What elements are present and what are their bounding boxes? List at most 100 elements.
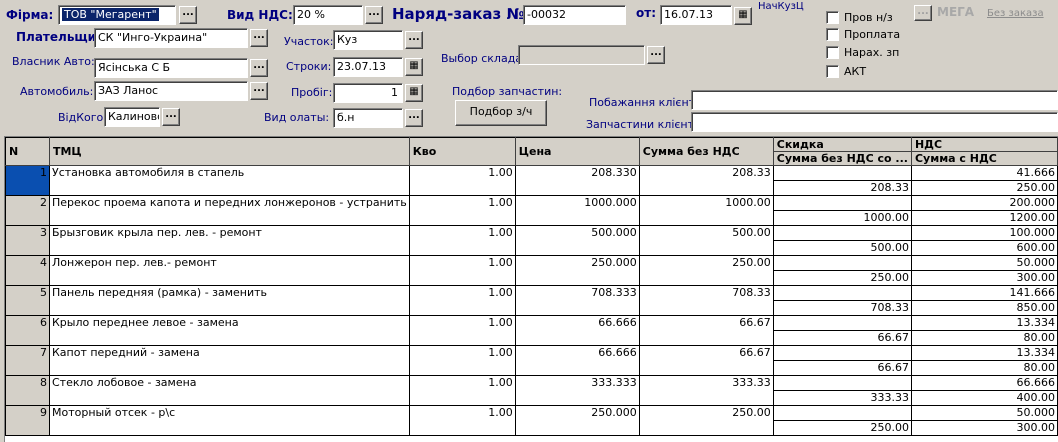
cell-discount[interactable] bbox=[772, 315, 912, 331]
firm-select-button[interactable]: ... bbox=[179, 6, 197, 24]
payment-field[interactable]: б.н bbox=[333, 108, 403, 128]
cell-discount-sum[interactable]: 66.67 bbox=[772, 360, 912, 376]
no-order-link[interactable]: Без заказа bbox=[987, 8, 1044, 19]
cell-discount-sum[interactable]: 208.33 bbox=[772, 180, 912, 196]
cell-price[interactable]: 1000.000 bbox=[514, 195, 640, 226]
cell-tmc[interactable]: Лонжерон пер. лев.- ремонт bbox=[48, 255, 410, 286]
from-whom-select-button[interactable]: ... bbox=[162, 108, 180, 126]
cell-sum-no-vat[interactable]: 708.33 bbox=[638, 285, 774, 316]
cell-vat[interactable]: 66.666 bbox=[910, 375, 1058, 391]
col-header-tmc[interactable]: ТМЦ bbox=[48, 137, 410, 166]
cell-discount[interactable] bbox=[772, 165, 912, 181]
cell-vat[interactable]: 13.334 bbox=[910, 315, 1058, 331]
cell-discount[interactable] bbox=[772, 375, 912, 391]
payment-select-button[interactable]: ... bbox=[405, 109, 423, 127]
date-calendar-icon[interactable]: ▦ bbox=[734, 7, 752, 25]
col-header-n[interactable]: N bbox=[5, 137, 50, 166]
row-number[interactable]: 3 bbox=[5, 225, 50, 256]
cell-qty[interactable]: 1.00 bbox=[408, 375, 516, 406]
owner-select-button[interactable]: ... bbox=[250, 59, 268, 77]
cell-discount-sum[interactable]: 708.33 bbox=[772, 300, 912, 316]
cell-sum-no-vat[interactable]: 1000.00 bbox=[638, 195, 774, 226]
warehouse-select-button[interactable]: ... bbox=[647, 46, 665, 64]
cell-tmc[interactable]: Капот передний - замена bbox=[48, 345, 410, 376]
cell-total[interactable]: 300.00 bbox=[910, 270, 1058, 286]
cell-sum-no-vat[interactable]: 66.67 bbox=[638, 345, 774, 376]
checkbox-order-check[interactable]: Пров н/з bbox=[826, 11, 893, 24]
table-row[interactable]: 5 Панель передняя (рамка) - заменить 1.00 7… bbox=[5, 285, 1058, 316]
cell-sum-no-vat[interactable]: 250.00 bbox=[638, 255, 774, 286]
cell-discount[interactable] bbox=[772, 255, 912, 271]
cell-total[interactable]: 80.00 bbox=[910, 360, 1058, 376]
table-row[interactable]: 4 Лонжерон пер. лев.- ремонт 1.00 250.000 25… bbox=[5, 255, 1058, 286]
cell-vat[interactable]: 41.666 bbox=[910, 165, 1058, 181]
cell-sum-no-vat[interactable]: 333.33 bbox=[638, 375, 774, 406]
table-row[interactable]: 6 Крыло переднее левое - замена 1.00 66.666… bbox=[5, 315, 1058, 346]
table-row[interactable]: 7 Капот передний - замена 1.00 66.666 66.67 1… bbox=[5, 345, 1058, 376]
cell-sum-no-vat[interactable]: 250.00 bbox=[638, 405, 774, 436]
section-field[interactable]: Куз bbox=[333, 30, 403, 50]
cell-tmc[interactable]: Крыло переднее левое - замена bbox=[48, 315, 410, 346]
col-header-total[interactable]: Сумма с НДС bbox=[910, 151, 1058, 166]
row-number[interactable]: 9 bbox=[5, 405, 50, 436]
table-row[interactable]: 2 Перекос проема капота и передних лонжер… bbox=[5, 195, 1058, 226]
row-number[interactable]: 7 bbox=[5, 345, 50, 376]
cell-qty[interactable]: 1.00 bbox=[408, 345, 516, 376]
payer-select-button[interactable]: ... bbox=[250, 29, 268, 47]
cell-discount-sum[interactable]: 250.00 bbox=[772, 270, 912, 286]
table-row[interactable]: 8 Стекло лобовое - замена 1.00 333.333 333.3… bbox=[5, 375, 1058, 406]
row-number[interactable]: 8 bbox=[5, 375, 50, 406]
cell-sum-no-vat[interactable]: 208.33 bbox=[638, 165, 774, 196]
cell-total[interactable]: 1200.00 bbox=[910, 210, 1058, 226]
car-field[interactable]: ЗАЗ Ланос bbox=[94, 81, 248, 101]
col-header-vat[interactable]: НДС bbox=[910, 137, 1058, 152]
col-header-discount[interactable]: Скидка bbox=[772, 137, 912, 152]
cell-vat[interactable]: 100.000 bbox=[910, 225, 1058, 241]
firm-field[interactable]: ТОВ "Мегарент" bbox=[58, 5, 176, 25]
order-items-grid[interactable]: N ТМЦ Кво Цена Сумма без НДС Скидка НДС … bbox=[4, 136, 1058, 442]
cell-qty[interactable]: 1.00 bbox=[408, 225, 516, 256]
cell-vat[interactable]: 13.334 bbox=[910, 345, 1058, 361]
cell-discount-sum[interactable]: 66.67 bbox=[772, 330, 912, 346]
cell-qty[interactable]: 1.00 bbox=[408, 195, 516, 226]
table-row[interactable]: 9 Моторный отсек - р\с 1.00 250.000 250.00 50… bbox=[5, 405, 1058, 436]
cell-discount-sum[interactable]: 1000.00 bbox=[772, 210, 912, 226]
cell-discount[interactable] bbox=[772, 285, 912, 301]
deadline-field[interactable]: 23.07.13 bbox=[333, 57, 403, 77]
from-whom-field[interactable]: Калиновс bbox=[104, 107, 160, 127]
cell-total[interactable]: 300.00 bbox=[910, 420, 1058, 436]
cell-discount-sum[interactable]: 500.00 bbox=[772, 240, 912, 256]
cell-total[interactable]: 600.00 bbox=[910, 240, 1058, 256]
cell-price[interactable]: 333.333 bbox=[514, 375, 640, 406]
row-number[interactable]: 4 bbox=[5, 255, 50, 286]
cell-total[interactable]: 250.00 bbox=[910, 180, 1058, 196]
section-select-button[interactable]: ... bbox=[405, 31, 423, 49]
cell-total[interactable]: 400.00 bbox=[910, 390, 1058, 406]
row-number[interactable]: 1 bbox=[5, 165, 50, 196]
cell-tmc[interactable]: Стекло лобовое - замена bbox=[48, 375, 410, 406]
warehouse-field[interactable] bbox=[518, 45, 645, 65]
date-field[interactable]: 16.07.13 bbox=[660, 5, 732, 25]
table-row[interactable]: 1 Установка автомобиля в стапель 1.00 208.3… bbox=[5, 165, 1058, 196]
cell-tmc[interactable]: Установка автомобиля в стапель bbox=[48, 165, 410, 196]
checkbox-box[interactable] bbox=[826, 28, 839, 41]
client-wish-field[interactable] bbox=[691, 90, 1058, 110]
checkbox-box[interactable] bbox=[826, 65, 839, 78]
cell-tmc[interactable]: Брызговик крыла пер. лев. - ремонт bbox=[48, 225, 410, 256]
cell-price[interactable]: 66.666 bbox=[514, 345, 640, 376]
cell-price[interactable]: 500.000 bbox=[514, 225, 640, 256]
col-header-discount-sum[interactable]: Сумма без НДС со ... bbox=[772, 151, 912, 166]
cell-vat[interactable]: 50.000 bbox=[910, 255, 1058, 271]
cell-qty[interactable]: 1.00 bbox=[408, 255, 516, 286]
col-header-sum-no-vat[interactable]: Сумма без НДС bbox=[638, 137, 774, 166]
cell-tmc[interactable]: Панель передняя (рамка) - заменить bbox=[48, 285, 410, 316]
row-number[interactable]: 5 bbox=[5, 285, 50, 316]
vat-type-field[interactable]: 20 % bbox=[293, 5, 363, 25]
deadline-calendar-icon[interactable]: ▦ bbox=[405, 58, 423, 76]
col-header-price[interactable]: Цена bbox=[514, 137, 640, 166]
table-row[interactable]: 3 Брызговик крыла пер. лев. - ремонт 1.00 5… bbox=[5, 225, 1058, 256]
row-number[interactable]: 2 bbox=[5, 195, 50, 226]
row-number[interactable]: 6 bbox=[5, 315, 50, 346]
cell-qty[interactable]: 1.00 bbox=[408, 165, 516, 196]
cell-price[interactable]: 708.333 bbox=[514, 285, 640, 316]
